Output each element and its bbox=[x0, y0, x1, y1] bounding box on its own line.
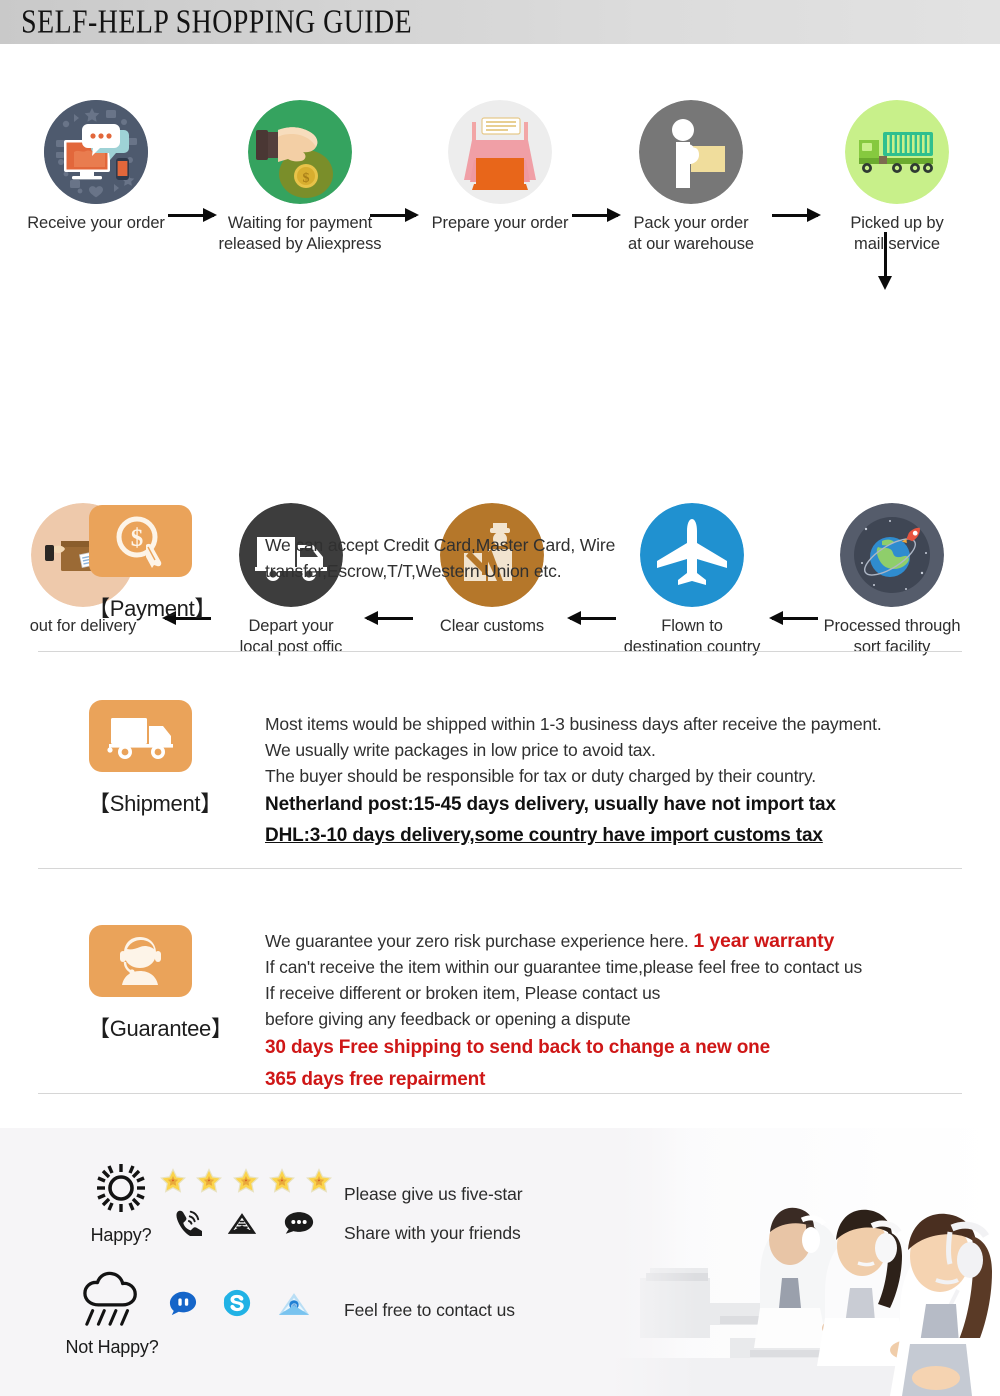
flow-step-receive-order: Receive your order bbox=[1, 100, 191, 234]
guarantee-text: We guarantee your zero risk purchase exp… bbox=[265, 928, 985, 1096]
footer-message-share: Share with your friends bbox=[344, 1223, 521, 1243]
star-rating[interactable] bbox=[159, 1168, 338, 1199]
divider-3 bbox=[38, 1093, 962, 1094]
shipment-title: 【Shipment】 bbox=[88, 791, 222, 816]
payment-icon-wrap: $ 【Payment】 bbox=[88, 505, 217, 623]
payment-line-2: transfer,Escrow,T/T,Western Union etc. bbox=[265, 561, 562, 581]
guarantee-line-2: If can't receive the item within our gua… bbox=[265, 957, 863, 977]
shipment-icon-wrap: 【Shipment】 bbox=[88, 700, 222, 818]
guarantee-title: 【Guarantee】 bbox=[88, 1016, 233, 1041]
trademanager-icon[interactable] bbox=[168, 1289, 198, 1322]
hand-money-bag-icon: $ bbox=[248, 100, 352, 204]
star-icon[interactable] bbox=[232, 1168, 259, 1199]
star-icon[interactable] bbox=[269, 1168, 296, 1199]
star-icon[interactable] bbox=[159, 1168, 187, 1199]
shipment-dhl-line: DHL:3-10 days delivery,some country have… bbox=[265, 825, 823, 846]
email-envelope-icon[interactable]: @ bbox=[277, 1290, 311, 1322]
cargo-truck-icon bbox=[845, 100, 949, 204]
guarantee-line-4: before giving any feedback or opening a … bbox=[265, 1009, 631, 1029]
warranty-badge: 1 year warranty bbox=[693, 930, 835, 952]
shipment-netherland-post-line: Netherland post:15-45 days delivery, usu… bbox=[265, 794, 836, 815]
payment-title: 【Payment】 bbox=[88, 596, 217, 621]
worker-box-icon bbox=[639, 100, 743, 204]
divider-1 bbox=[38, 651, 962, 652]
call-center-agents-photo bbox=[610, 1128, 1000, 1396]
shipment-line-2: We usually write packages in low price t… bbox=[265, 740, 656, 760]
footer-message-five-star: Please give us five-star bbox=[344, 1184, 523, 1204]
shipment-line-3: The buyer should be responsible for tax … bbox=[265, 766, 816, 786]
svg-text:$: $ bbox=[303, 171, 310, 186]
dollar-coin-click-icon: $ bbox=[89, 505, 192, 577]
not-happy-label: Not Happy? bbox=[65, 1337, 159, 1357]
happy-contact-channels bbox=[172, 1208, 335, 1241]
shipping-flow-row-2: out for delivery Depart your local post … bbox=[0, 224, 1000, 656]
guarantee-line-1: We guarantee your zero risk purchase exp… bbox=[265, 928, 985, 954]
printer-icon bbox=[448, 100, 552, 204]
phone-call-icon[interactable] bbox=[172, 1208, 203, 1241]
flow-step-label: Clear customs bbox=[439, 617, 545, 635]
page-title: SELF-HELP SHOPPING GUIDE bbox=[21, 2, 413, 41]
shipment-text: Most items would be shipped within 1-3 b… bbox=[265, 711, 985, 851]
not-happy-mood: Not Happy? bbox=[57, 1270, 167, 1358]
payment-text: We can accept Credit Card,Master Card, W… bbox=[265, 532, 985, 584]
chat-bubble-icon[interactable] bbox=[283, 1209, 315, 1241]
page-header: SELF-HELP SHOPPING GUIDE bbox=[0, 0, 1000, 44]
guarantee-repairment-line: 365 days free repairment bbox=[265, 1069, 486, 1090]
truck-icon bbox=[89, 700, 192, 772]
happy-label: Happy? bbox=[90, 1225, 152, 1245]
envelope-mail-icon[interactable] bbox=[226, 1209, 258, 1241]
rain-cloud-icon bbox=[83, 1271, 137, 1326]
guarantee-line-1-text: We guarantee your zero risk purchase exp… bbox=[265, 931, 689, 951]
not-happy-contact-channels: @ bbox=[168, 1288, 331, 1323]
divider-2 bbox=[38, 868, 962, 869]
footer-message-contact: Feel free to contact us bbox=[344, 1300, 515, 1320]
desktop-chat-icon bbox=[44, 100, 148, 204]
svg-text:$: $ bbox=[131, 525, 144, 552]
flow-step-prepare-order: Prepare your order bbox=[405, 100, 595, 234]
footer-contact-bar: Happy? Please give us five-star Share wi… bbox=[0, 1128, 1000, 1396]
skype-icon[interactable] bbox=[222, 1288, 252, 1323]
shipping-flow-row-1: Receive your order $ Waiting for payment… bbox=[0, 44, 1000, 253]
payment-line-1: We can accept Credit Card,Master Card, W… bbox=[265, 535, 616, 555]
guarantee-free-shipping-line: 30 days Free shipping to send back to ch… bbox=[265, 1037, 771, 1058]
guarantee-line-3: If receive different or broken item, Ple… bbox=[265, 983, 661, 1003]
sun-icon bbox=[97, 1164, 145, 1212]
shipment-line-1: Most items would be shipped within 1-3 b… bbox=[265, 714, 882, 734]
guarantee-icon-wrap: 【Guarantee】 bbox=[88, 925, 233, 1043]
star-icon[interactable] bbox=[196, 1168, 223, 1199]
star-icon[interactable] bbox=[305, 1168, 332, 1199]
headset-agent-icon bbox=[89, 925, 192, 997]
